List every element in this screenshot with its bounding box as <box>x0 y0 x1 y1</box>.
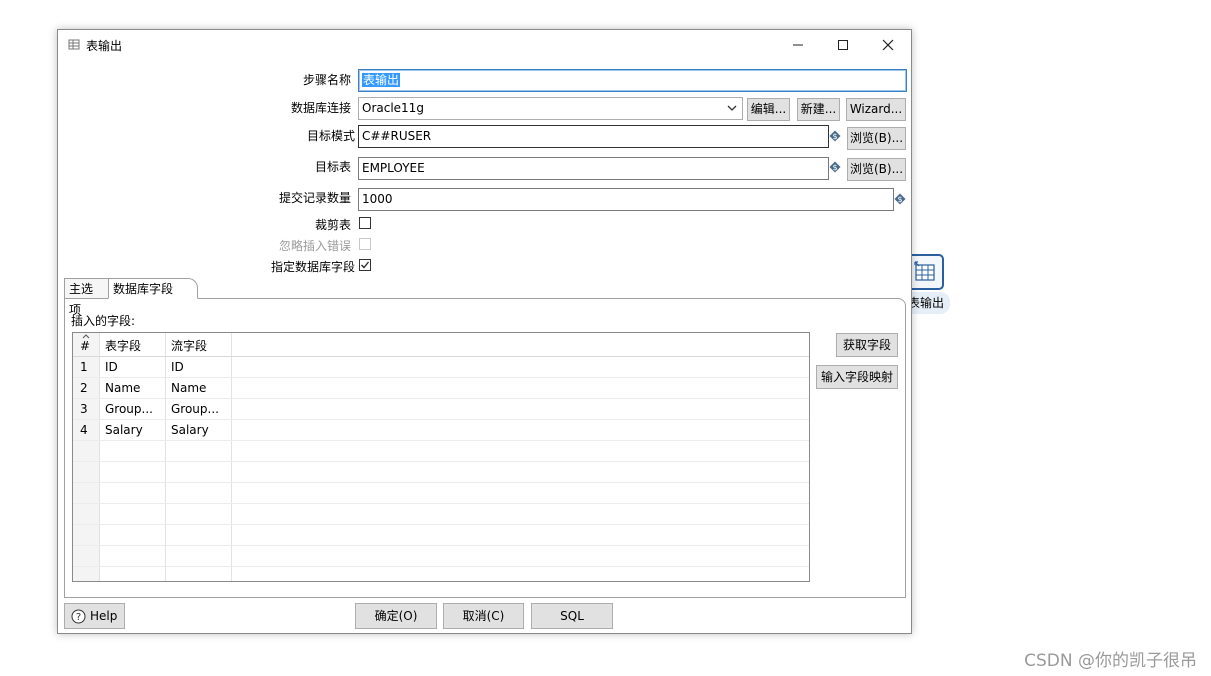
help-button[interactable]: ? Help <box>64 603 125 629</box>
variable-icon[interactable]: $ <box>829 161 841 173</box>
table-output-icon <box>914 261 935 281</box>
checkmark-icon <box>361 261 370 269</box>
close-button[interactable] <box>865 30 911 60</box>
cancel-button[interactable]: 取消(C) <box>443 603 524 629</box>
ignore-insert-errors-checkbox <box>359 238 371 250</box>
step-name-label: 步骤名称 <box>302 73 351 87</box>
svg-text:$: $ <box>897 195 902 204</box>
target-table-label: 目标表 <box>314 160 351 174</box>
table-row[interactable]: 2 Name Name <box>73 378 809 399</box>
browse-table-button[interactable]: 浏览(B)... <box>847 158 906 181</box>
table-header-row: # 表字段 流字段 <box>73 333 809 357</box>
chevron-down-icon <box>727 105 737 111</box>
field-mapping-table[interactable]: # 表字段 流字段 1 ID ID 2 Name Name 3 Group...… <box>72 332 810 582</box>
table-output-dialog: 表输出 步骤名称 表输出 数据库连接 Oracle11g 编辑... 新建...… <box>57 29 912 634</box>
get-fields-button[interactable]: 获取字段 <box>836 333 898 357</box>
table-field-cell[interactable]: Salary <box>105 420 163 441</box>
empty-row[interactable] <box>73 546 809 567</box>
target-table-input[interactable]: EMPLOYEE <box>358 157 829 180</box>
column-header-stream-field[interactable]: 流字段 <box>171 336 207 357</box>
help-icon: ? <box>71 609 86 623</box>
empty-row[interactable] <box>73 483 809 504</box>
stream-field-cell[interactable]: Name <box>171 378 229 399</box>
row-index: 4 <box>80 423 88 437</box>
db-connection-value: Oracle11g <box>362 101 424 115</box>
variable-icon[interactable]: $ <box>829 130 841 142</box>
ok-button[interactable]: 确定(O) <box>355 603 437 629</box>
svg-text:$: $ <box>832 132 837 141</box>
row-index: 1 <box>80 360 88 374</box>
stream-field-cell[interactable]: Salary <box>171 420 229 441</box>
empty-row[interactable] <box>73 441 809 462</box>
wizard-button[interactable]: Wizard... <box>846 98 906 121</box>
table-row[interactable]: 1 ID ID <box>73 357 809 378</box>
maximize-button[interactable] <box>820 30 866 60</box>
maximize-icon <box>838 40 848 50</box>
step-name-value: 表输出 <box>362 73 401 87</box>
row-index: 2 <box>80 381 88 395</box>
empty-row[interactable] <box>73 504 809 525</box>
specify-db-fields-checkbox[interactable] <box>359 259 371 271</box>
edit-connection-button[interactable]: 编辑... <box>747 98 790 121</box>
empty-row[interactable] <box>73 462 809 483</box>
db-connection-select[interactable]: Oracle11g <box>358 97 743 120</box>
commit-size-label: 提交记录数量 <box>278 191 351 205</box>
empty-row[interactable] <box>73 525 809 546</box>
table-icon <box>68 39 80 50</box>
dialog-titlebar[interactable]: 表输出 <box>58 30 911 60</box>
step-name-input[interactable]: 表输出 <box>358 69 907 92</box>
sql-button[interactable]: SQL <box>531 603 613 629</box>
table-field-cell[interactable]: Name <box>105 378 163 399</box>
dialog-title: 表输出 <box>86 39 123 53</box>
table-field-cell[interactable]: Group... <box>105 399 163 420</box>
table-row[interactable]: 4 Salary Salary <box>73 420 809 441</box>
table-field-cell[interactable]: ID <box>105 357 163 378</box>
close-icon <box>882 39 894 51</box>
truncate-table-label: 裁剪表 <box>314 218 351 232</box>
commit-size-input[interactable]: 1000 <box>358 188 894 211</box>
svg-text:$: $ <box>832 163 837 172</box>
column-header-table-field[interactable]: 表字段 <box>105 336 141 357</box>
empty-row[interactable] <box>73 567 809 581</box>
target-schema-input[interactable]: C##RUSER <box>358 125 829 148</box>
target-schema-label: 目标模式 <box>306 129 355 143</box>
input-field-mapping-button[interactable]: 输入字段映射 <box>816 365 898 389</box>
minimize-icon <box>793 44 803 46</box>
db-connection-label: 数据库连接 <box>290 101 351 115</box>
svg-text:?: ? <box>76 612 81 623</box>
ignore-insert-errors-label: 忽略插入错误 <box>278 239 351 253</box>
variable-icon[interactable]: $ <box>894 193 906 205</box>
minimize-button[interactable] <box>775 30 821 60</box>
help-button-label: Help <box>90 609 118 623</box>
stream-field-cell[interactable]: Group... <box>171 399 229 420</box>
watermark: CSDN @你的凯子很吊 <box>1024 651 1197 671</box>
truncate-table-checkbox[interactable] <box>359 217 371 229</box>
specify-db-fields-label: 指定数据库字段 <box>270 260 355 274</box>
browse-schema-button[interactable]: 浏览(B)... <box>847 127 906 150</box>
column-header-index[interactable]: # <box>80 336 90 357</box>
table-row[interactable]: 3 Group... Group... <box>73 399 809 420</box>
new-connection-button[interactable]: 新建... <box>797 98 840 121</box>
tab-main-options[interactable]: 主选项 <box>64 278 108 317</box>
stream-field-cell[interactable]: ID <box>171 357 229 378</box>
fields-section-label: 插入的字段: <box>71 314 136 328</box>
tab-database-fields[interactable]: 数据库字段 <box>108 278 198 299</box>
row-index: 3 <box>80 402 88 416</box>
